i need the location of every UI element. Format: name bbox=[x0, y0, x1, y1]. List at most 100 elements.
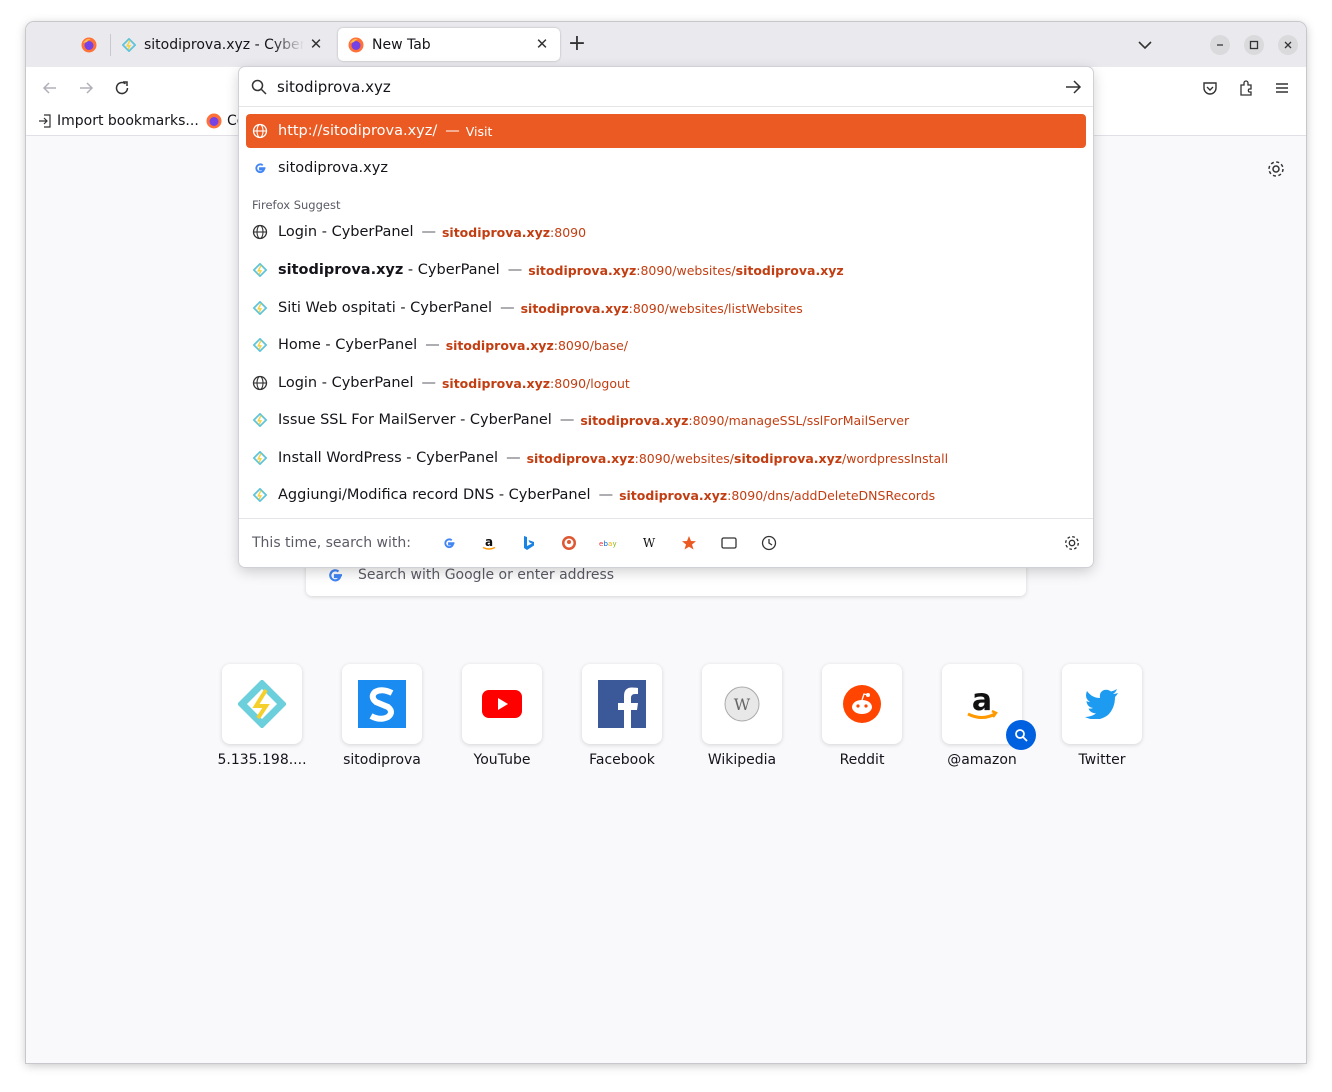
tab-title: New Tab bbox=[372, 36, 431, 53]
top-site-tile[interactable]: a @amazon bbox=[922, 664, 1042, 768]
svg-text:W: W bbox=[643, 536, 656, 550]
search-settings-gear-icon[interactable] bbox=[1063, 534, 1081, 552]
top-site-tile[interactable]: Facebook bbox=[562, 664, 682, 768]
result-url: sitodiprova.xyz:8090/logout bbox=[441, 375, 630, 391]
forward-button[interactable] bbox=[75, 77, 97, 99]
result-row[interactable]: sitodiprova.xyz - CyberPanel — sitodipro… bbox=[246, 253, 1086, 287]
history-search-button[interactable] bbox=[749, 531, 789, 555]
top-site-tile[interactable]: YouTube bbox=[442, 664, 562, 768]
duckduckgo-icon bbox=[561, 536, 576, 550]
result-row[interactable]: Home - CyberPanel — sitodiprova.xyz:8090… bbox=[246, 328, 1086, 362]
result-heuristic[interactable]: http://sitodiprova.xyz/ — Visit bbox=[246, 114, 1086, 148]
close-tab-icon[interactable]: ✕ bbox=[308, 36, 324, 52]
result-row[interactable]: Install WordPress - CyberPanel — sitodip… bbox=[246, 441, 1086, 475]
minimize-button[interactable] bbox=[1210, 35, 1230, 55]
import-bookmarks[interactable]: Import bookmarks... bbox=[38, 113, 199, 129]
menu-button[interactable] bbox=[1271, 77, 1293, 99]
pinned-tab[interactable] bbox=[72, 29, 106, 61]
group-label: Firefox Suggest bbox=[252, 198, 341, 212]
chevron-down-icon[interactable] bbox=[1134, 34, 1156, 56]
go-arrow-icon[interactable] bbox=[1063, 77, 1083, 97]
star-icon bbox=[681, 536, 696, 550]
cyberpanel-icon bbox=[122, 37, 136, 52]
close-icon bbox=[1284, 41, 1292, 49]
tile-label: sitodiprova bbox=[343, 752, 421, 768]
result-title: Install WordPress - CyberPanel bbox=[278, 450, 499, 466]
svg-text:a: a bbox=[972, 684, 992, 718]
maximize-icon bbox=[1249, 40, 1259, 50]
pocket-icon bbox=[1203, 82, 1217, 95]
globe-icon bbox=[252, 224, 268, 240]
result-row[interactable]: Aggiungi/Modifica record DNS - CyberPane… bbox=[246, 478, 1086, 512]
cyberpanel-icon bbox=[253, 263, 267, 277]
reload-button[interactable] bbox=[111, 77, 133, 99]
result-url: sitodiprova.xyz:8090/dns/addDeleteDNSRec… bbox=[619, 487, 936, 503]
bookmark-label: Import bookmarks... bbox=[57, 113, 199, 129]
search-icon bbox=[1015, 729, 1028, 742]
hamburger-menu-icon bbox=[1276, 83, 1288, 93]
cyberpanel-icon bbox=[253, 338, 267, 352]
amazon-engine-button[interactable]: a bbox=[469, 531, 509, 555]
tabs-search-button[interactable] bbox=[709, 531, 749, 555]
bookmarks-search-button[interactable] bbox=[669, 531, 709, 555]
result-url: sitodiprova.xyz:8090/websites/listWebsit… bbox=[520, 300, 803, 316]
result-title: Home - CyberPanel bbox=[278, 337, 418, 353]
tab-icon bbox=[721, 537, 737, 549]
result-title: Login - CyberPanel bbox=[278, 375, 414, 391]
result-row[interactable]: Issue SSL For MailServer - CyberPanel — … bbox=[246, 403, 1086, 437]
google-icon bbox=[444, 538, 455, 549]
puzzle-icon bbox=[1240, 80, 1252, 96]
top-site-tile[interactable]: sitodiprova bbox=[322, 664, 442, 768]
search-icon bbox=[251, 79, 267, 95]
tab-cyberpanel[interactable]: sitodiprova.xyz - CyberPanel ✕ bbox=[112, 28, 334, 61]
google-icon bbox=[255, 163, 266, 174]
result-title: Aggiungi/Modifica record DNS - CyberPane… bbox=[278, 487, 591, 503]
tab-new-tab[interactable]: New Tab ✕ bbox=[338, 28, 560, 61]
amazon-icon: a bbox=[967, 684, 998, 719]
top-site-tile[interactable]: Reddit bbox=[802, 664, 922, 768]
back-button[interactable] bbox=[39, 77, 61, 99]
duckduckgo-engine-button[interactable] bbox=[549, 531, 589, 555]
svg-text:y: y bbox=[612, 540, 616, 548]
urlbar-input[interactable]: sitodiprova.xyz bbox=[239, 67, 1093, 107]
svg-text:W: W bbox=[734, 695, 751, 714]
result-row[interactable]: Login - CyberPanel — sitodiprova.xyz:809… bbox=[246, 215, 1086, 249]
pocket-button[interactable] bbox=[1199, 77, 1221, 99]
result-url: sitodiprova.xyz:8090/base/ bbox=[445, 337, 628, 353]
clock-icon bbox=[761, 535, 777, 551]
import-icon bbox=[39, 114, 51, 128]
new-tab-button[interactable]: + bbox=[566, 33, 588, 56]
ebay-engine-button[interactable]: ebay bbox=[589, 531, 629, 555]
tile-label: YouTube bbox=[473, 752, 531, 768]
tile-label: Twitter bbox=[1078, 752, 1126, 768]
result-url: http://sitodiprova.xyz/ bbox=[278, 123, 438, 139]
top-site-tile[interactable]: Twitter bbox=[1042, 664, 1162, 768]
cyberpanel-icon bbox=[253, 413, 267, 427]
result-search-suggestion[interactable]: sitodiprova.xyz bbox=[246, 151, 1086, 185]
google-engine-button[interactable] bbox=[429, 531, 469, 555]
tab-separator bbox=[110, 34, 111, 56]
tile-label: Reddit bbox=[839, 752, 885, 768]
reload-icon bbox=[115, 81, 129, 95]
top-sites: 5.135.198.... sitodiprova YouTube Facebo… bbox=[202, 664, 1162, 768]
tile-label: Wikipedia bbox=[707, 752, 777, 768]
result-title: Login - CyberPanel bbox=[278, 224, 414, 240]
extensions-button[interactable] bbox=[1235, 77, 1257, 99]
cyberpanel-icon bbox=[238, 680, 286, 728]
amazon-icon: a bbox=[482, 535, 496, 550]
result-row[interactable]: Login - CyberPanel — sitodiprova.xyz:809… bbox=[246, 366, 1086, 400]
globe-icon bbox=[252, 375, 268, 391]
facebook-icon bbox=[598, 680, 646, 728]
maximize-button[interactable] bbox=[1244, 35, 1264, 55]
result-row[interactable]: Siti Web ospitati - CyberPanel — sitodip… bbox=[246, 291, 1086, 325]
wikipedia-engine-button[interactable]: W bbox=[629, 531, 669, 555]
bing-engine-button[interactable] bbox=[509, 531, 549, 555]
result-title: Issue SSL For MailServer - CyberPanel bbox=[278, 412, 552, 428]
close-tab-icon[interactable]: ✕ bbox=[534, 36, 550, 52]
top-site-tile[interactable]: 5.135.198.... bbox=[202, 664, 322, 768]
reddit-icon bbox=[843, 685, 881, 723]
firefox-icon bbox=[81, 37, 97, 53]
gear-icon[interactable] bbox=[1266, 159, 1286, 179]
top-site-tile[interactable]: W Wikipedia bbox=[682, 664, 802, 768]
close-window-button[interactable] bbox=[1278, 35, 1298, 55]
